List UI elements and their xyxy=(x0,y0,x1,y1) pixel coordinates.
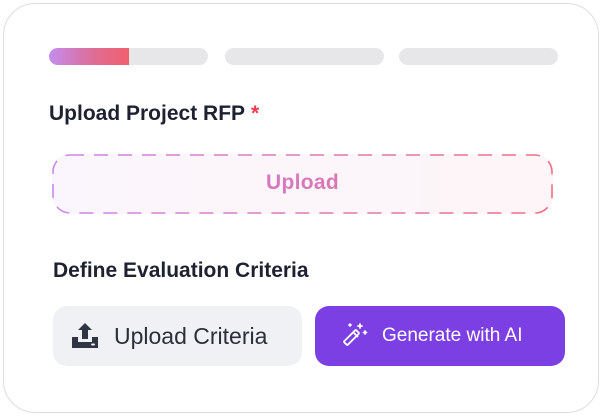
progress-step-2 xyxy=(225,48,384,65)
upload-rfp-label-text: Upload Project RFP xyxy=(49,102,246,125)
upload-criteria-button[interactable]: Upload Criteria xyxy=(53,306,302,366)
upload-icon xyxy=(72,323,98,348)
dropzone-label: Upload xyxy=(52,171,553,195)
magic-wand-icon xyxy=(343,323,368,346)
progress-step-1-fill xyxy=(49,48,129,65)
step-progress xyxy=(49,48,558,65)
evaluation-criteria-label: Define Evaluation Criteria xyxy=(53,259,309,282)
upload-rfp-label: Upload Project RFP * xyxy=(49,102,259,126)
generate-with-ai-label: Generate with AI xyxy=(382,325,523,346)
progress-step-1 xyxy=(49,48,208,65)
rfp-dropzone[interactable]: Upload xyxy=(52,154,553,214)
required-marker: * xyxy=(251,102,260,125)
generate-with-ai-button[interactable]: Generate with AI xyxy=(315,306,565,366)
progress-step-3 xyxy=(399,48,558,65)
upload-criteria-label: Upload Criteria xyxy=(114,323,268,349)
